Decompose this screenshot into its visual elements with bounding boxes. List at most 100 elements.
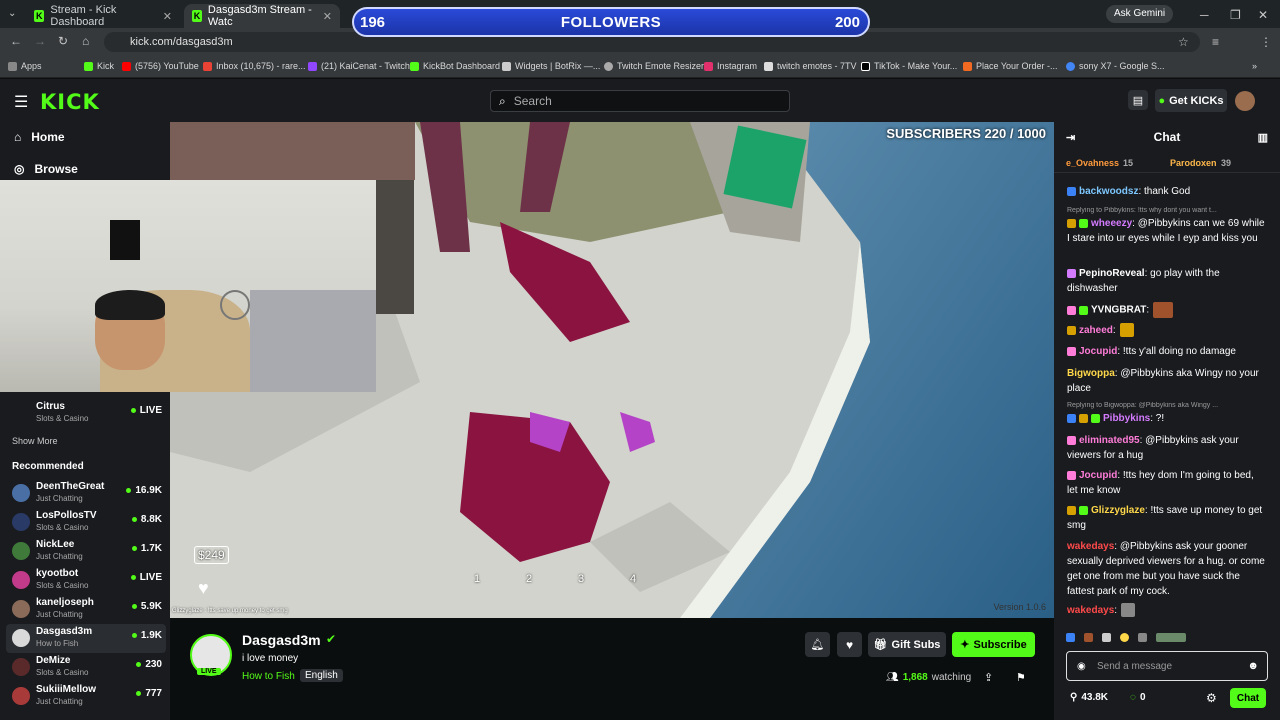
follow-heart-icon[interactable]: ♥ [837,632,862,657]
stream-category-link[interactable]: How to Fish [242,671,295,682]
sidebar-following-citrus[interactable]: Citrus Slots & Casino LIVE [12,400,162,428]
sidebar-rec-sukiiimellow[interactable]: SukiiiMellow Just Chatting 777 [12,683,162,711]
subscribe-button[interactable]: ✦ Subscribe [952,632,1035,657]
chat-users-icon[interactable]: ▥ [1258,131,1268,144]
bookmark-instagram[interactable]: Instagram [704,61,757,71]
bookmark-label: KickBot Dashboard [423,61,501,71]
viewer-number: 1,868 [902,672,928,683]
browser-menu-icon[interactable]: ⋮ [1260,35,1272,49]
gifter-name[interactable]: e_Ovahness [1066,158,1119,168]
gift-subs-button[interactable]: 🎁︎ Gift Subs [868,632,946,657]
send-chat-button[interactable]: Chat [1230,688,1266,708]
collapse-chat-icon[interactable]: ⇥ [1066,131,1075,144]
followers-current: 196 [360,13,386,31]
chat-message: Glizzyglaze: !tts save up money to get s… [1067,505,1263,531]
emote-icon[interactable] [1066,632,1075,642]
bookmark-label: Inbox (10,675) - rare... [216,61,306,71]
share-icon[interactable]: ⇪ [984,671,993,684]
bookmark-twitch[interactable]: (21) KaiCenat - Twitch [308,61,410,71]
chat-input[interactable]: ◉ Send a message ☻ [1066,651,1268,681]
sidebar-home[interactable]: ⌂ Home [14,130,65,144]
close-tab-icon[interactable]: ✕ [323,10,332,23]
kicks-balance[interactable]: ⚲ 43.8K [1070,692,1108,703]
kick-logo[interactable]: KICK [40,90,100,114]
chat-message: eliminated95: @Pibbykins ask your viewer… [1067,435,1239,461]
search-input[interactable]: ⌕ Search [490,90,790,112]
notification-bell-icon[interactable]: 🔔︎ [805,632,830,657]
channel-name: DeMize [36,655,71,666]
emote-icon[interactable] [1102,632,1111,642]
bookmark-botrix[interactable]: Widgets | BotRix —... [502,61,600,71]
show-more-link[interactable]: Show More [12,436,58,446]
bookmark-youtube[interactable]: (5756) YouTube [122,61,199,71]
home-icon[interactable]: ⌂ [82,34,89,48]
tab-kick-dashboard[interactable]: K Stream - Kick Dashboard ✕ [26,4,180,28]
bookmark-inbox[interactable]: Inbox (10,675) - rare... [203,61,306,71]
bookmark-kick[interactable]: Kick [84,61,114,71]
emote-icon[interactable] [1084,632,1093,642]
search-placeholder: Search [513,94,552,108]
maximize-icon[interactable]: ❐ [1230,8,1241,22]
channel-viewers: 230 [136,659,162,670]
sidebar-rec-nicklee[interactable]: NickLee Just Chatting 1.7K [12,538,162,566]
bookmark-place-order[interactable]: Place Your Order -... [963,61,1058,71]
channel-name: SukiiiMellow [36,684,97,695]
points-balance[interactable]: ◌ 0 [1130,692,1146,703]
live-badge: LIVE [197,668,221,675]
report-icon[interactable]: ⚑ [1016,671,1026,684]
emoji-icon[interactable]: ☻ [1247,660,1259,672]
sidebar-rec-lospollostv[interactable]: LosPollosTV Slots & Casino 8.8K [12,509,162,537]
more-bookmarks-icon[interactable]: » [1252,61,1257,71]
library-icon[interactable]: ▤ [1128,90,1148,110]
close-tab-icon[interactable]: ✕ [163,10,172,23]
sidebar-rec-kaneljoseph[interactable]: kaneljoseph Just Chatting 5.9K [12,596,162,624]
emote-icon[interactable] [1156,632,1186,642]
bookmark-kickbot[interactable]: KickBot Dashboard [410,61,500,71]
chat-settings-icon[interactable]: ⚙ [1206,691,1217,705]
bookmark-tiktok[interactable]: TikTok - Make Your... [861,61,957,71]
chat-message: Jocupid: !tts hey dom I'm going to bed, … [1067,470,1254,496]
channel-category: Slots & Casino [36,668,89,677]
back-icon[interactable]: ← [10,34,22,48]
channel-viewers: LIVE [131,572,162,583]
subscribers-goal: SUBSCRIBERS 220 / 1000 [886,126,1046,141]
bookmark-star-icon[interactable]: ☆ [1178,35,1189,49]
sidebar-rec-demize[interactable]: DeMize Slots & Casino 230 [12,654,162,682]
bookmark-emote-resizer[interactable]: Twitch Emote Resizer [604,61,704,71]
bookmark-label: Widgets | BotRix —... [515,61,601,71]
forward-icon[interactable]: → [34,34,46,48]
gifter-name[interactable]: Parodoxen [1170,158,1217,168]
chat-message: Pibbykins: ?! [1067,411,1267,426]
points-value: 0 [1139,692,1146,703]
sidebar-browse-label: Browse [34,162,78,176]
viewer-label: watching [931,672,972,683]
gifter-count: 39 [1221,158,1232,168]
menu-icon[interactable]: ☰ [14,92,28,112]
channel-name[interactable]: Dasgasd3m [242,632,321,648]
sidebar-rec-dasgasd3m[interactable]: Dasgasd3m How to Fish 1.9K [12,625,162,653]
tab-dasgasd3m-stream[interactable]: K Dasgasd3m Stream - Watc ✕ [184,4,340,28]
hotbar-slot: 4 [630,573,637,585]
reload-icon[interactable]: ↻ [58,34,68,48]
bookmark-7tv[interactable]: twitch emotes - 7TV [764,61,857,71]
language-tag[interactable]: English [300,669,343,682]
extensions-icon[interactable]: ≡ [1212,35,1219,49]
minimize-icon[interactable]: ─ [1200,8,1209,22]
tab-label: Dasgasd3m Stream - Watc [207,4,312,28]
followers-goal-bar: FOLLOWERS 196 200 [352,7,870,37]
sidebar-rec-kyootbot[interactable]: kyootbot Slots & Casino LIVE [12,567,162,595]
bookmark-google[interactable]: sony X7 - Google S... [1066,61,1165,71]
kicks-value: 43.8K [1081,692,1109,703]
get-kicks-button[interactable]: ● Get KICKs [1155,89,1227,112]
chat-user-icon: ◉ [1077,660,1086,672]
emote-icon[interactable] [1138,632,1147,642]
tab-list-icon[interactable]: ⌄ [8,8,16,19]
close-window-icon[interactable]: ✕ [1258,8,1268,22]
user-avatar[interactable] [1235,91,1255,111]
ask-gemini-button[interactable]: Ask Gemini [1106,5,1174,23]
bookmark-apps[interactable]: Apps [8,61,42,71]
sidebar-browse[interactable]: ◎ Browse [14,162,78,176]
instagram-icon [704,61,713,71]
sidebar-rec-deenthegreat[interactable]: DeenTheGreat Just Chatting 16.9K [12,480,162,508]
emote-icon[interactable] [1120,632,1129,642]
